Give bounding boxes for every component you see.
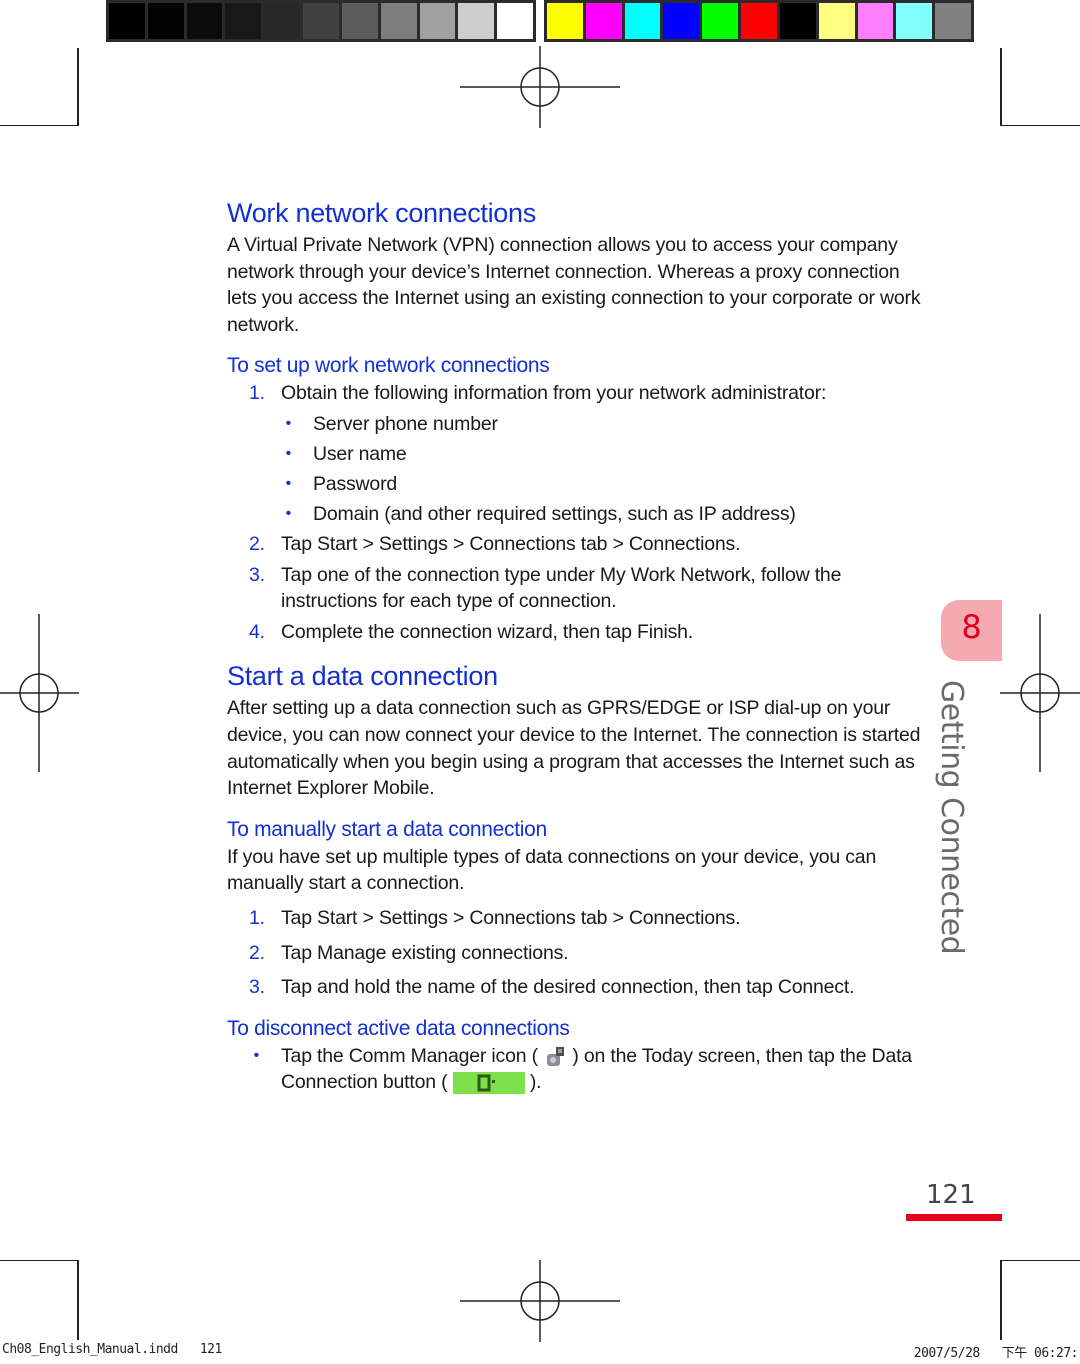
- crop-mark: [1000, 1260, 1002, 1340]
- info-item: • Domain (and other required settings, s…: [227, 499, 927, 529]
- manual-step: 2. Tap Manage existing connections.: [227, 940, 927, 967]
- step-text: Complete the connection wizard, then tap…: [281, 620, 694, 643]
- gray-swatch: [186, 3, 223, 39]
- step-text: Tap one of the connection type under My …: [281, 563, 842, 613]
- gray-swatch: [458, 3, 495, 39]
- info-item-text: User name: [313, 442, 407, 465]
- slug-timestamp: 2007/5/28 下午 06:27:: [913, 1346, 1079, 1361]
- chapter-tab: 8: [941, 600, 1002, 661]
- chapter-title: Getting Connected: [934, 680, 969, 955]
- crop-mark: [1000, 1260, 1080, 1261]
- step-text: Tap Manage existing connections.: [281, 941, 569, 964]
- crop-mark: [0, 125, 79, 126]
- step-number: 3.: [249, 563, 265, 586]
- step-number: 2.: [249, 532, 265, 555]
- step-text: Tap Start > Settings > Connections tab >…: [281, 906, 741, 929]
- manual-step: 3. Tap and hold the name of the desired …: [227, 974, 927, 1001]
- color-swatch: [896, 3, 933, 39]
- gray-swatch: [341, 3, 378, 39]
- color-swatch: [702, 3, 739, 39]
- color-swatch: [857, 3, 894, 39]
- color-swatch: [741, 3, 777, 39]
- page-content: Work network connections A Virtual Priva…: [227, 196, 927, 1096]
- manual-step: 1. Tap Start > Settings > Connections ta…: [227, 905, 927, 932]
- disconnect-text: Tap the Comm Manager icon ( ) on the Tod…: [281, 1044, 912, 1095]
- gray-swatch: [264, 3, 301, 39]
- page-number: 121: [926, 1180, 976, 1210]
- gray-swatch: [380, 3, 417, 39]
- step-number: 1.: [249, 382, 265, 405]
- info-item-text: Domain (and other required settings, suc…: [313, 502, 796, 525]
- color-swatch: [547, 3, 583, 39]
- step-text: Obtain the following information from yo…: [281, 382, 827, 405]
- crop-mark: [0, 1260, 79, 1261]
- gray-swatch: [147, 3, 184, 39]
- setup-step: 1. Obtain the following information from…: [227, 380, 927, 407]
- comm-manager-icon: [547, 1046, 565, 1066]
- section-title-data-connection: Start a data connection: [227, 661, 498, 692]
- grayscale-color-bar: [106, 0, 536, 42]
- gray-swatch: [225, 3, 262, 39]
- color-swatch: [663, 3, 700, 39]
- color-swatch: [779, 3, 816, 39]
- crop-mark: [77, 1260, 79, 1340]
- setup-step: 3. Tap one of the connection type under …: [227, 562, 927, 615]
- disconnect-item: • Tap the Comm Manager icon ( ) on the T…: [227, 1043, 927, 1096]
- info-item: • Server phone number: [227, 409, 927, 439]
- bullet-icon: •: [285, 504, 292, 522]
- bullet-icon: •: [285, 444, 292, 462]
- gray-swatch: [303, 3, 339, 39]
- data-connection-intro: After setting up a data connection such …: [227, 697, 921, 800]
- bullet-icon: •: [285, 474, 292, 492]
- step-text: Tap Start > Settings > Connections tab >…: [281, 532, 741, 555]
- step-number: 1.: [249, 906, 265, 929]
- step-number: 4.: [249, 620, 265, 643]
- setup-step: 4. Complete the connection wizard, then …: [227, 619, 927, 646]
- registration-mark-bottom: [460, 1260, 620, 1342]
- section-title-work-network: Work network connections: [227, 198, 536, 228]
- work-network-intro: A Virtual Private Network (VPN) connecti…: [227, 234, 921, 336]
- process-color-bar: [544, 0, 974, 42]
- info-item-text: Server phone number: [313, 412, 498, 435]
- color-swatch: [624, 3, 661, 39]
- procedure-title-setup: To set up work network connections: [227, 354, 550, 378]
- color-swatch: [935, 3, 971, 39]
- bullet-icon: •: [253, 1046, 260, 1064]
- gray-swatch: [419, 3, 456, 39]
- gray-swatch: [497, 3, 533, 39]
- procedure-title-manual: To manually start a data connection: [227, 817, 547, 841]
- gray-swatch: [109, 3, 145, 39]
- registration-mark-right: [1000, 614, 1080, 772]
- crop-mark: [77, 48, 79, 126]
- setup-step: 2. Tap Start > Settings > Connections ta…: [227, 531, 927, 558]
- color-swatch: [585, 3, 622, 39]
- color-swatch: [818, 3, 855, 39]
- registration-mark-top: [460, 46, 620, 128]
- manual-intro: If you have set up multiple types of dat…: [227, 845, 877, 895]
- info-item: • User name: [227, 439, 927, 469]
- slug-filename: Ch08_English_Manual.indd 121: [2, 1342, 222, 1357]
- crop-mark: [1000, 125, 1080, 126]
- step-number: 3.: [249, 976, 265, 999]
- data-connection-button-icon: [452, 1072, 525, 1095]
- registration-mark-left: [0, 614, 79, 772]
- chapter-number: 8: [961, 608, 982, 646]
- step-text: Tap and hold the name of the desired con…: [281, 976, 855, 999]
- procedure-title-disconnect: To disconnect active data connections: [227, 1016, 570, 1040]
- page-number-bar: [906, 1214, 1002, 1221]
- info-item: • Password: [227, 469, 927, 499]
- bullet-icon: •: [285, 414, 292, 432]
- info-item-text: Password: [313, 472, 398, 495]
- step-number: 2.: [249, 941, 265, 964]
- crop-mark: [1000, 48, 1002, 126]
